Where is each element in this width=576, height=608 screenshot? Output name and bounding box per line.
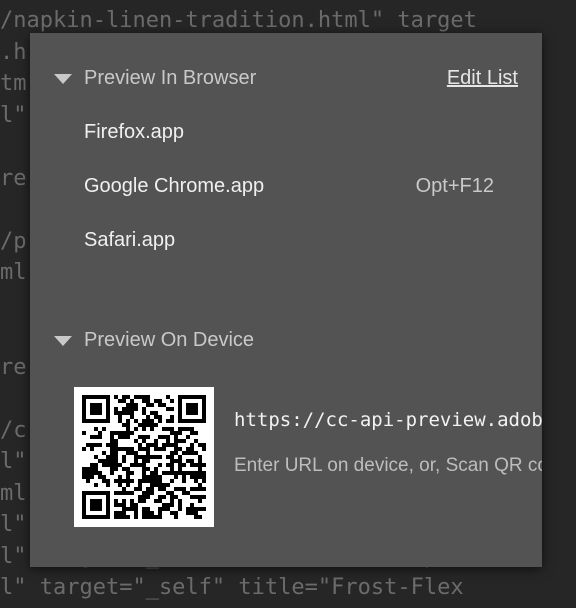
device-section-header[interactable]: Preview On Device — [54, 329, 254, 352]
browser-item-label: Firefox.app — [84, 120, 185, 143]
code-line: re — [0, 165, 27, 191]
code-line: re — [0, 354, 27, 380]
code-line: l" target="_self" title="Frost-Flex — [0, 575, 464, 600]
triangle-down-icon — [54, 335, 72, 346]
browser-item-shortcut: Opt+F12 — [415, 174, 494, 197]
browser-section-title: Preview In Browser — [84, 67, 257, 89]
browser-item-safari[interactable]: Safari.app — [84, 223, 494, 257]
browser-item-chrome[interactable]: Google Chrome.app Opt+F12 — [84, 169, 494, 203]
browser-section-header[interactable]: Preview In Browser — [54, 67, 256, 90]
device-section-title: Preview On Device — [84, 329, 255, 351]
triangle-down-icon — [54, 73, 72, 84]
preview-popover: Preview In Browser Edit List Firefox.app… — [30, 33, 542, 567]
browser-item-label: Safari.app — [84, 228, 176, 251]
device-preview-hint: Enter URL on device, or, Scan QR code — [234, 455, 542, 476]
qr-code — [74, 387, 214, 527]
browser-item-label: Google Chrome.app — [84, 174, 265, 197]
edit-list-link[interactable]: Edit List — [447, 67, 518, 90]
code-line: /napkin-linen-tradition.html" target — [0, 8, 477, 33]
qr-code-icon — [82, 395, 206, 519]
browser-item-firefox[interactable]: Firefox.app — [84, 115, 494, 149]
device-preview-url[interactable]: https://cc-api-preview.adobe.io — [234, 409, 542, 431]
